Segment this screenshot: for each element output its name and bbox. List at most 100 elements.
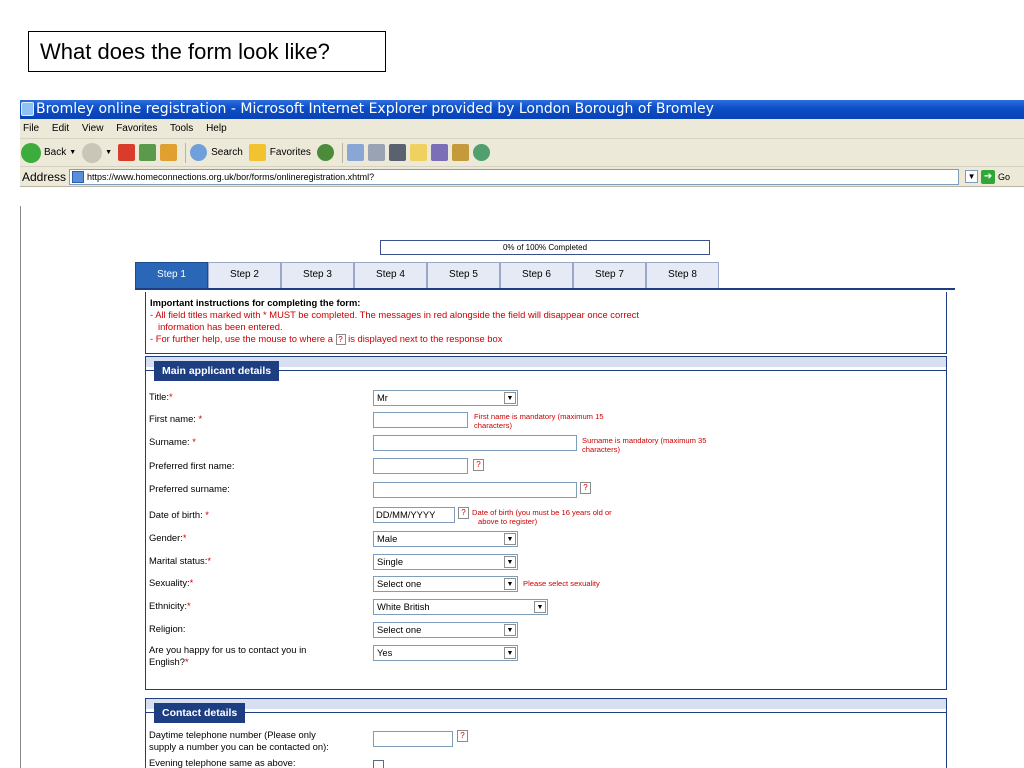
preferred-surname-input[interactable] bbox=[373, 482, 577, 498]
help-icon[interactable]: ? bbox=[457, 730, 468, 742]
contact-details-section: Contact details Daytime telephone number… bbox=[145, 698, 947, 768]
help-icon[interactable]: ? bbox=[580, 482, 591, 494]
first-name-input[interactable] bbox=[373, 412, 468, 428]
surname-input[interactable] bbox=[373, 435, 577, 451]
evening-same-checkbox[interactable] bbox=[373, 760, 384, 768]
help-icon[interactable]: ? bbox=[458, 507, 469, 519]
help-icon: ? bbox=[335, 334, 346, 346]
chevron-down-icon: ▼ bbox=[504, 533, 516, 545]
menu-view[interactable]: View bbox=[82, 123, 104, 134]
go-arrow-icon[interactable]: ➔ bbox=[981, 169, 996, 184]
tab-step-3[interactable]: Step 3 bbox=[281, 262, 354, 289]
title-select[interactable]: Mr ▼ bbox=[373, 390, 518, 406]
step-tabs: Step 1 Step 2 Step 3 Step 4 Step 5 Step … bbox=[135, 262, 719, 289]
surname-error: Surname is mandatory (maximum 35 characte… bbox=[582, 436, 707, 454]
main-applicant-legend: Main applicant details bbox=[154, 361, 280, 381]
forward-arrow-icon bbox=[82, 142, 103, 163]
folder-icon[interactable] bbox=[409, 144, 427, 161]
back-label: Back bbox=[44, 146, 67, 158]
messenger-icon[interactable] bbox=[472, 144, 490, 161]
edit-icon[interactable] bbox=[388, 144, 406, 161]
search-button[interactable]: Search bbox=[190, 139, 243, 167]
back-dropdown-icon[interactable]: ▼ bbox=[69, 139, 76, 167]
address-label: Address bbox=[22, 169, 67, 184]
date-of-birth-input[interactable]: DD/MM/YYYY bbox=[373, 507, 455, 523]
religion-select[interactable]: Select one ▼ bbox=[373, 622, 518, 638]
sexuality-error: Please select sexuality bbox=[523, 579, 600, 588]
sexuality-select[interactable]: Select one ▼ bbox=[373, 576, 518, 592]
date-of-birth-error: Date of birth (you must be 16 years old … bbox=[472, 508, 612, 526]
star-icon bbox=[248, 144, 266, 161]
home-icon[interactable] bbox=[160, 144, 178, 161]
address-input[interactable]: https://www.homeconnections.org.uk/bor/f… bbox=[69, 168, 960, 185]
tab-step-2[interactable]: Step 2 bbox=[208, 262, 281, 289]
print-icon[interactable] bbox=[367, 144, 385, 161]
tab-step-7[interactable]: Step 7 bbox=[573, 262, 646, 289]
tab-step-1[interactable]: Step 1 bbox=[135, 262, 208, 289]
daytime-telephone-input[interactable] bbox=[373, 731, 453, 747]
english-contact-label: Are you happy for us to contact you in En… bbox=[149, 644, 307, 667]
gender-select[interactable]: Male ▼ bbox=[373, 531, 518, 547]
instructions-line-2: information has been entered. bbox=[158, 321, 283, 332]
ethnicity-label: Ethnicity:* bbox=[149, 600, 191, 611]
research-icon[interactable] bbox=[451, 144, 469, 161]
surname-label: Surname: * bbox=[149, 436, 196, 447]
title-label: Title:* bbox=[149, 391, 173, 402]
tabs-underline bbox=[135, 288, 955, 290]
chevron-down-icon: ▼ bbox=[504, 624, 516, 636]
date-of-birth-label: Date of birth: * bbox=[149, 509, 209, 520]
marital-status-select[interactable]: Single ▼ bbox=[373, 554, 518, 570]
history-icon[interactable] bbox=[316, 144, 334, 161]
progress-bar: 0% of 100% Completed bbox=[380, 240, 710, 255]
go-label[interactable]: Go bbox=[998, 172, 1010, 182]
menu-tools[interactable]: Tools bbox=[170, 123, 193, 134]
toolbar: Back ▼ ▼ Search Favorites bbox=[20, 139, 1024, 167]
instructions-box: Important instructions for completing th… bbox=[145, 292, 947, 354]
instructions-line-3: - For further help, use the mouse to whe… bbox=[150, 333, 942, 346]
daytime-telephone-label: Daytime telephone number (Please only sup… bbox=[149, 729, 329, 752]
stop-icon[interactable] bbox=[118, 144, 136, 161]
english-contact-select[interactable]: Yes ▼ bbox=[373, 645, 518, 661]
forward-dropdown-icon[interactable]: ▼ bbox=[105, 139, 112, 167]
menu-file[interactable]: File bbox=[23, 123, 39, 134]
marital-status-label: Marital status:* bbox=[149, 555, 212, 566]
page-icon bbox=[72, 170, 85, 183]
chevron-down-icon: ▼ bbox=[504, 578, 516, 590]
ethnicity-select[interactable]: White British ▼ bbox=[373, 599, 548, 615]
window-title: Bromley online registration - Microsoft … bbox=[36, 101, 714, 117]
menu-help[interactable]: Help bbox=[206, 123, 227, 134]
tab-step-6[interactable]: Step 6 bbox=[500, 262, 573, 289]
forward-button[interactable]: ▼ bbox=[82, 139, 112, 167]
menu-edit[interactable]: Edit bbox=[52, 123, 69, 134]
window-titlebar: Bromley online registration - Microsoft … bbox=[20, 100, 1024, 119]
instructions-line-3a: - For further help, use the mouse to whe… bbox=[150, 333, 333, 344]
page-content: 0% of 100% Completed Step 1 Step 2 Step … bbox=[20, 206, 1024, 768]
address-dropdown-icon[interactable]: ▼ bbox=[965, 170, 979, 183]
spelling-icon[interactable] bbox=[430, 144, 448, 161]
tab-step-4[interactable]: Step 4 bbox=[354, 262, 427, 289]
back-button[interactable]: Back ▼ bbox=[21, 139, 76, 167]
contact-details-legend: Contact details bbox=[154, 703, 246, 723]
tab-step-5[interactable]: Step 5 bbox=[427, 262, 500, 289]
preferred-surname-label: Preferred surname: bbox=[149, 483, 230, 494]
preferred-first-name-input[interactable] bbox=[373, 458, 468, 474]
toolbar-separator bbox=[185, 142, 187, 163]
mail-icon[interactable] bbox=[346, 144, 364, 161]
favorites-button[interactable]: Favorites bbox=[248, 139, 311, 167]
first-name-error: First name is mandatory (maximum 15 chara… bbox=[474, 412, 604, 430]
back-arrow-icon bbox=[21, 142, 41, 163]
sexuality-label: Sexuality:* bbox=[149, 577, 194, 588]
refresh-icon[interactable] bbox=[139, 144, 157, 161]
instructions-heading: Important instructions for completing th… bbox=[150, 297, 361, 308]
chevron-down-icon: ▼ bbox=[504, 647, 516, 659]
search-label: Search bbox=[211, 146, 243, 158]
menu-favorites[interactable]: Favorites bbox=[116, 123, 157, 134]
help-icon[interactable]: ? bbox=[473, 459, 484, 471]
browser-window: Bromley online registration - Microsoft … bbox=[20, 100, 1024, 768]
preferred-first-name-label: Preferred first name: bbox=[149, 460, 235, 471]
address-url: https://www.homeconnections.org.uk/bor/f… bbox=[87, 171, 375, 182]
tab-step-8[interactable]: Step 8 bbox=[646, 262, 719, 289]
menu-bar: File Edit View Favorites Tools Help bbox=[20, 119, 1024, 139]
favorites-label: Favorites bbox=[269, 146, 311, 158]
legend-line bbox=[146, 712, 946, 713]
